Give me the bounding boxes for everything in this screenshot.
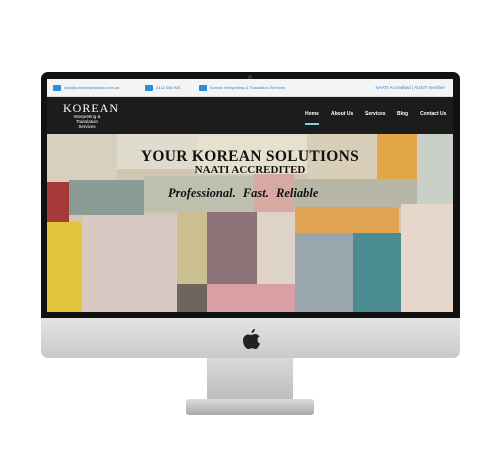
phone-link[interactable]: 0412 086 936 <box>145 83 180 92</box>
fabric-patch <box>401 204 453 312</box>
nav-about-us[interactable]: About Us <box>331 111 353 117</box>
fabric-patch <box>295 233 353 312</box>
hero-tagline: Professional. Fast. Reliable <box>168 186 319 200</box>
fabric-patch <box>177 284 207 312</box>
facebook-link[interactable]: Korean Interpreting & Translation Servic… <box>199 83 285 92</box>
nav-home[interactable]: Home <box>305 111 319 125</box>
nav-services[interactable]: Services <box>365 111 386 117</box>
membership-text: NAATI Accredited | AUSIT member <box>375 85 445 90</box>
fabric-patch <box>82 215 177 312</box>
hero-banner: YOUR KOREAN SOLUTIONS NAATI ACCREDITED P… <box>47 134 453 312</box>
nav-contact-us[interactable]: Contact Us <box>420 111 446 117</box>
fabric-patch <box>295 207 399 233</box>
hero-subheadline: NAATI ACCREDITED <box>194 164 306 176</box>
fabric-patch <box>207 212 257 284</box>
website-screen: info@koreantranslation.com.au 0412 086 9… <box>47 79 453 312</box>
fabric-patch <box>207 284 295 312</box>
fabric-patch <box>69 180 144 215</box>
apple-logo-icon <box>243 329 260 349</box>
fabric-patch <box>353 233 401 312</box>
fabric-patch <box>47 182 69 222</box>
facebook-icon <box>199 84 207 91</box>
logo-subtitle: Interpreting & Translation Services <box>73 114 101 129</box>
email-icon <box>53 84 61 91</box>
contact-topbar: info@koreantranslation.com.au 0412 086 9… <box>47 79 453 97</box>
phone-icon <box>145 84 153 91</box>
nav-blog[interactable]: Blog <box>397 111 408 117</box>
stand-neck <box>207 358 293 402</box>
fabric-patch <box>47 222 82 312</box>
email-link[interactable]: info@koreantranslation.com.au <box>53 83 119 92</box>
main-navbar: KOREAN Interpreting & Translation Servic… <box>47 97 453 134</box>
stand-base <box>186 399 314 415</box>
